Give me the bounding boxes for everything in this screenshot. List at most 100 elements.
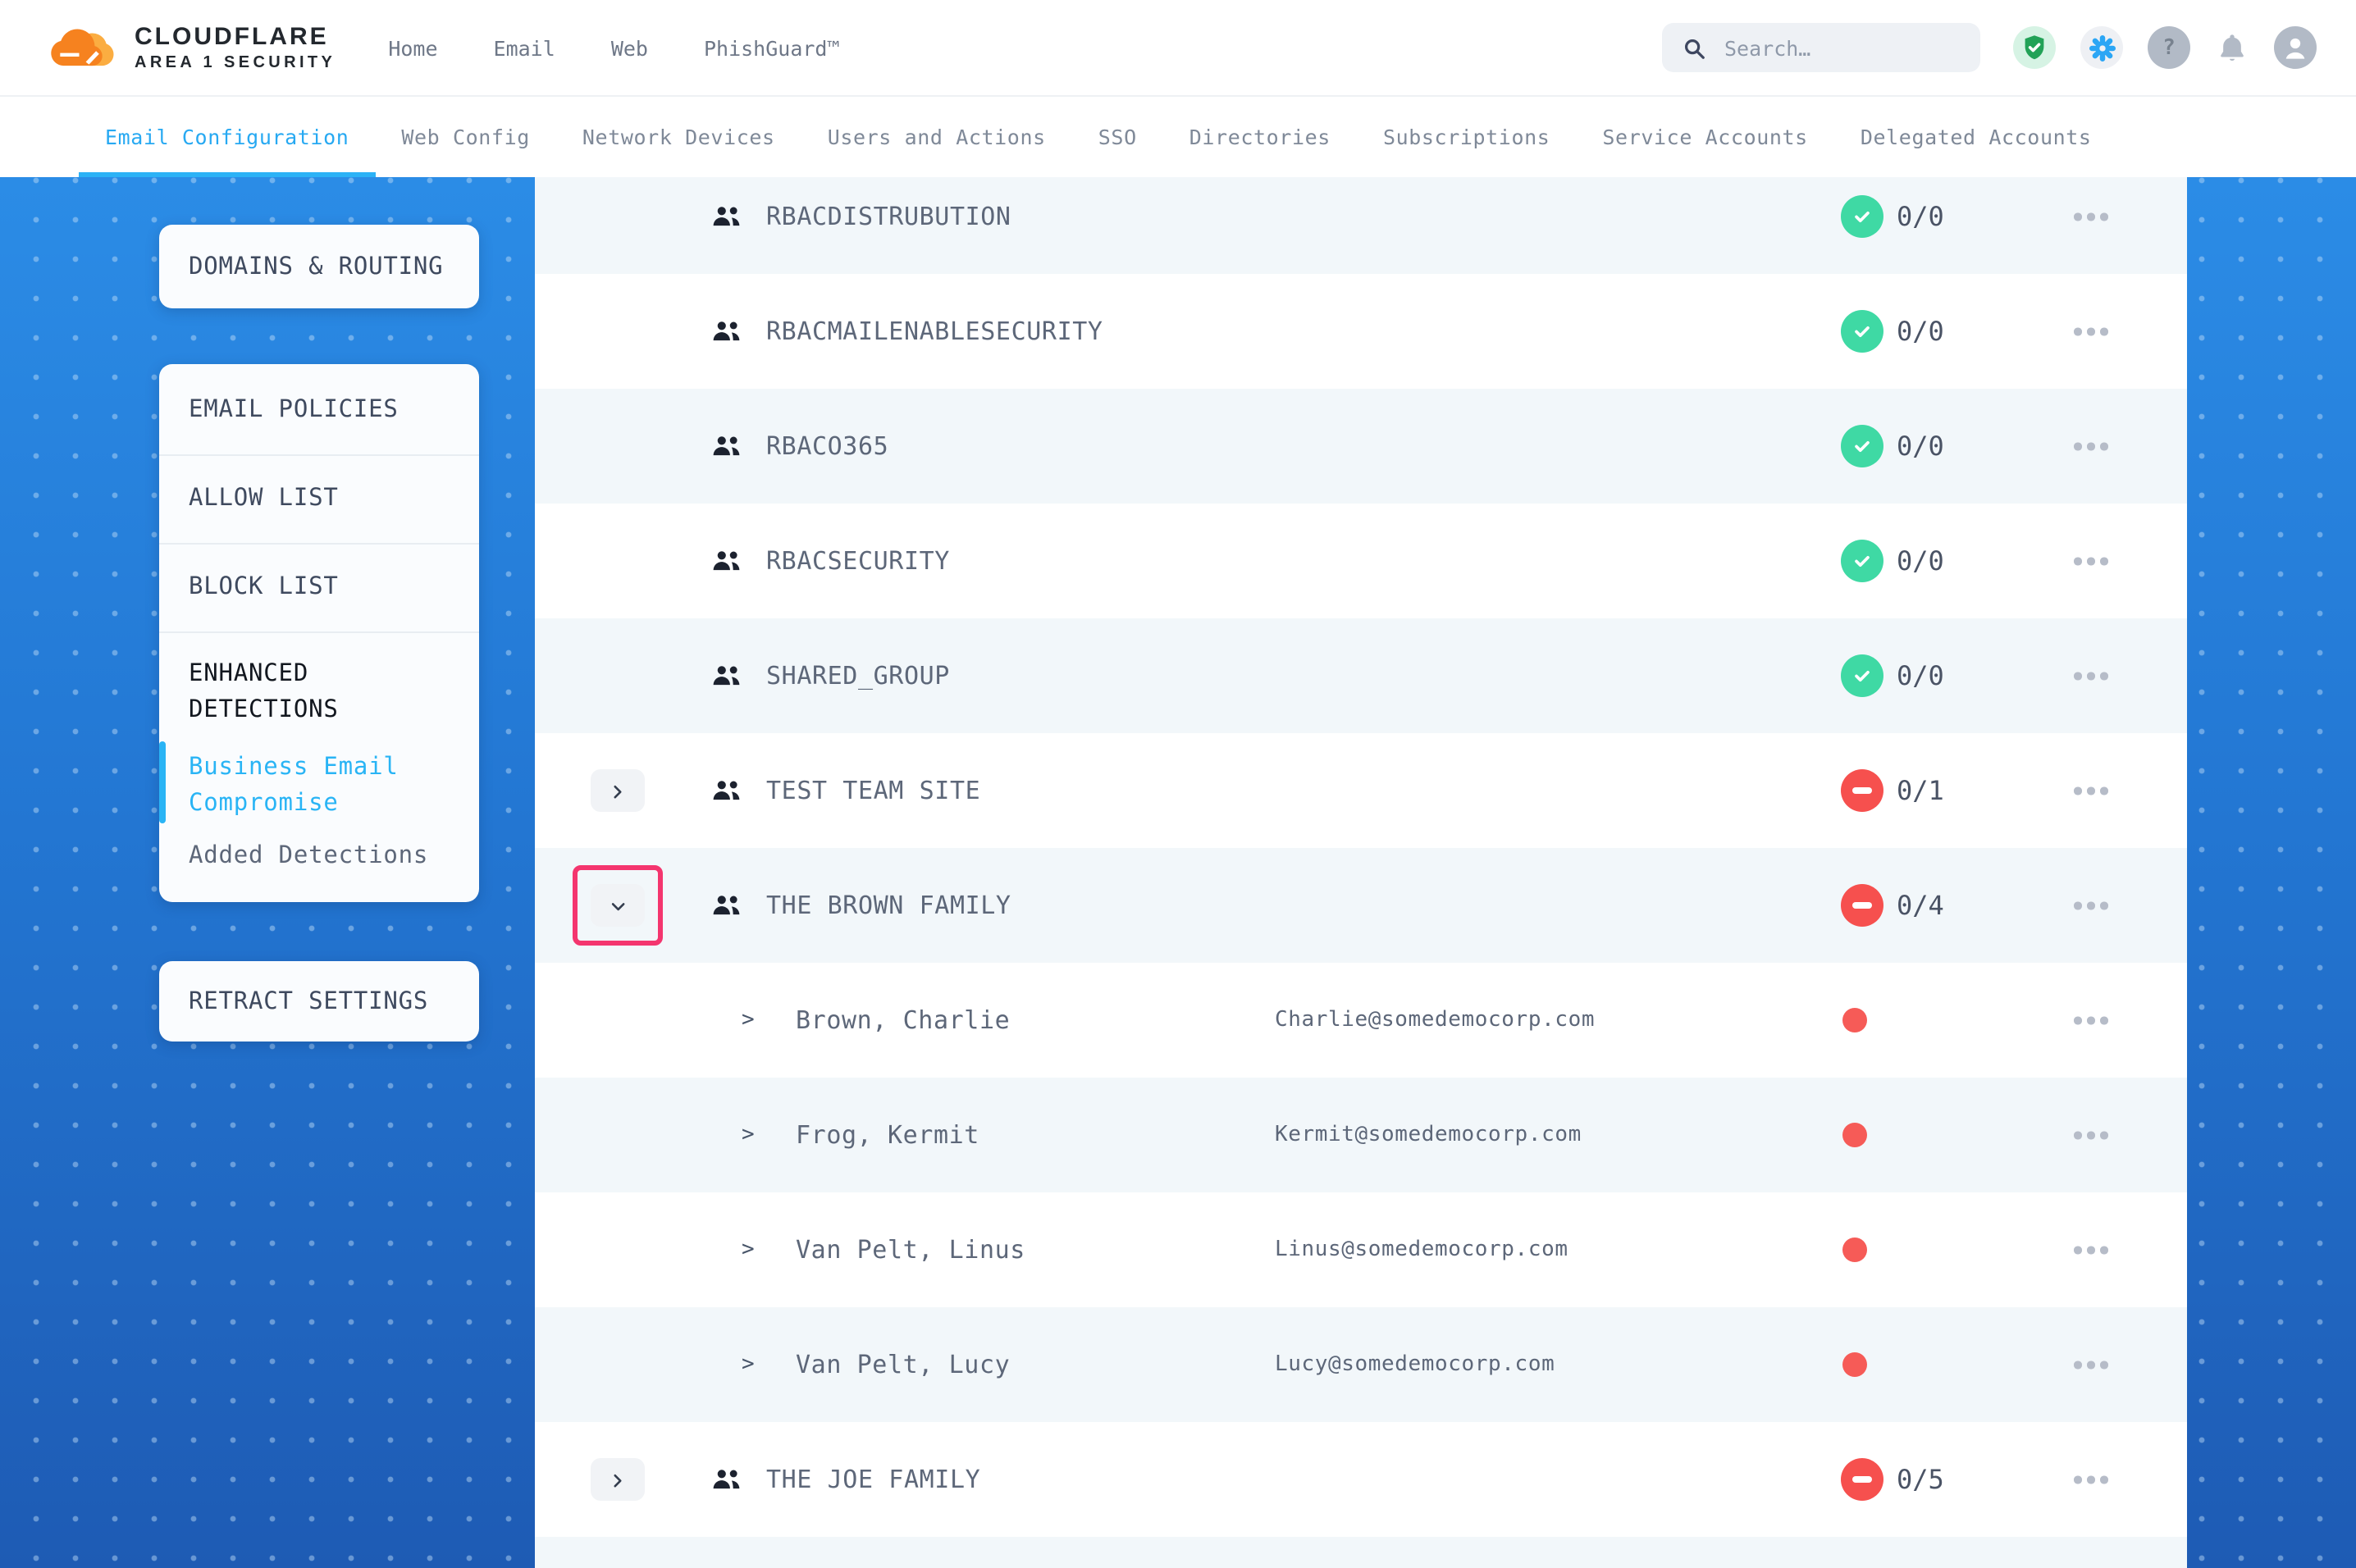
table-row-group: RBACMAILENABLESECURITY0/0: [535, 274, 2187, 389]
search-box[interactable]: [1662, 23, 1980, 72]
member-name: Van Pelt, Lucy: [796, 1350, 1010, 1379]
table-row-group: THE BROWN FAMILY0/4: [535, 848, 2187, 963]
search-input[interactable]: [1721, 34, 1961, 62]
status-dot-badge: [1842, 1008, 1867, 1032]
status-check-badge: [1841, 654, 1883, 697]
group-name: RBACMAILENABLESECURITY: [766, 317, 1103, 346]
sidebar-item-block-list[interactable]: BLOCK LIST: [189, 574, 339, 600]
sidebar-item-email-policies[interactable]: EMAIL POLICIES: [189, 397, 399, 423]
divider: [159, 631, 479, 633]
member-email: Charlie@somedemocorp.com: [1275, 1008, 1595, 1032]
sidebar-label: RETRACT SETTINGS: [189, 988, 428, 1014]
member-email: Kermit@somedemocorp.com: [1275, 1123, 1582, 1147]
status-minus-badge: [1841, 1458, 1883, 1501]
status-minus-badge: [1841, 769, 1883, 812]
group-people-icon: [712, 664, 742, 687]
member-count: 0/0: [1897, 431, 1944, 462]
status-dot-badge: [1842, 1238, 1867, 1262]
minus-icon: [1852, 787, 1872, 793]
top-nav-phishguard[interactable]: PhishGuard™: [704, 35, 840, 60]
group-people-icon: [712, 320, 742, 343]
member-chevron-icon[interactable]: >: [742, 1238, 755, 1262]
row-actions-menu-icon[interactable]: [2074, 1017, 2107, 1024]
top-header: CLOUDFLARE AREA 1 SECURITY Home Email Web P…: [0, 0, 2356, 97]
table-row-group: RBACO3650/0: [535, 389, 2187, 504]
tab-subscriptions[interactable]: Subscriptions: [1357, 97, 1576, 177]
brand-subtitle: AREA 1 SECURITY: [135, 53, 336, 71]
row-actions-menu-icon[interactable]: [2074, 787, 2107, 795]
row-actions-menu-icon[interactable]: [2074, 1361, 2107, 1369]
member-name: Brown, Charlie: [796, 1005, 1010, 1035]
row-actions-menu-icon[interactable]: [2074, 443, 2107, 450]
member-count: 0/4: [1897, 890, 1944, 921]
tab-sso[interactable]: SSO: [1072, 97, 1163, 177]
row-actions-menu-icon[interactable]: [2074, 1476, 2107, 1484]
account-avatar-icon[interactable]: [2274, 26, 2317, 69]
header-icons: ?: [2013, 26, 2317, 69]
status-check-badge: [1841, 425, 1883, 467]
table-row-member: > Brown, Charlie Charlie@somedemocorp.com: [535, 963, 2187, 1078]
group-people-icon: [712, 549, 742, 572]
member-count: 0/0: [1897, 545, 1944, 577]
minus-icon: [1852, 902, 1872, 908]
notifications-bell-icon[interactable]: [2215, 30, 2249, 65]
chevron-right-icon: [607, 780, 628, 801]
groups-table: RBACDISTRUBUTION0/0RBACMAILENABLESECURIT…: [535, 177, 2187, 1568]
status-check-badge: [1841, 195, 1883, 238]
row-actions-menu-icon[interactable]: [2074, 902, 2107, 909]
row-actions-menu-icon[interactable]: [2074, 558, 2107, 565]
row-actions-menu-icon[interactable]: [2074, 328, 2107, 335]
minus-icon: [1852, 1476, 1872, 1482]
tab-email-configuration[interactable]: Email Configuration: [79, 97, 375, 177]
tab-delegated-accounts[interactable]: Delegated Accounts: [1834, 97, 2118, 177]
member-chevron-icon[interactable]: >: [742, 1123, 755, 1147]
sidebar-item-enhanced-detections[interactable]: ENHANCED DETECTIONS: [189, 658, 451, 728]
table-row-partial: [535, 1537, 2187, 1568]
expand-group-button[interactable]: [591, 1458, 645, 1501]
member-count: 0/5: [1897, 1464, 1944, 1495]
table-row-group: THE JOE FAMILY0/5: [535, 1422, 2187, 1537]
sidebar-label: DOMAINS & ROUTING: [189, 253, 443, 280]
member-count: 0/0: [1897, 201, 1944, 232]
chevron-right-icon: [607, 1469, 628, 1490]
table-row-group: TEST TEAM SITE0/1: [535, 733, 2187, 848]
help-icon[interactable]: ?: [2148, 26, 2190, 69]
member-email: Linus@somedemocorp.com: [1275, 1238, 1568, 1262]
divider: [159, 454, 479, 456]
app-window: CLOUDFLARE AREA 1 SECURITY Home Email Web P…: [0, 0, 2356, 1568]
tab-directories[interactable]: Directories: [1163, 97, 1357, 177]
sidebar-item-retract-settings[interactable]: RETRACT SETTINGS: [159, 961, 479, 1042]
tab-users-and-actions[interactable]: Users and Actions: [801, 97, 1072, 177]
table-row-member: >Van Pelt, LinusLinus@somedemocorp.com: [535, 1192, 2187, 1307]
cloudflare-logo[interactable]: CLOUDFLARE AREA 1 SECURITY: [44, 24, 336, 71]
tab-web-config[interactable]: Web Config: [375, 97, 556, 177]
top-nav-web[interactable]: Web: [611, 35, 648, 60]
sidebar-item-domains-routing[interactable]: DOMAINS & ROUTING: [159, 225, 479, 308]
search-icon: [1682, 35, 1706, 60]
top-nav-home[interactable]: Home: [388, 35, 437, 60]
collapse-group-button[interactable]: [591, 884, 645, 927]
divider: [159, 543, 479, 545]
row-actions-menu-icon[interactable]: [2074, 1247, 2107, 1254]
member-chevron-icon[interactable]: >: [742, 1008, 755, 1032]
cloudflare-cloud-icon: [44, 25, 120, 71]
group-name: RBACSECURITY: [766, 546, 950, 576]
settings-gear-icon[interactable]: [2080, 26, 2123, 69]
shield-check-icon[interactable]: [2013, 26, 2056, 69]
top-nav-email[interactable]: Email: [494, 35, 555, 60]
row-actions-menu-icon[interactable]: [2074, 1132, 2107, 1139]
sidebar-item-added-detections[interactable]: Added Detections: [189, 843, 428, 869]
status-check-badge: [1841, 540, 1883, 582]
sidebar-item-allow-list[interactable]: ALLOW LIST: [189, 485, 339, 512]
tab-network-devices[interactable]: Network Devices: [556, 97, 801, 177]
tab-service-accounts[interactable]: Service Accounts: [1576, 97, 1833, 177]
group-people-icon: [712, 205, 742, 228]
chevron-down-icon: [607, 895, 628, 916]
expand-group-button[interactable]: [591, 769, 645, 812]
member-chevron-icon[interactable]: >: [742, 1352, 755, 1377]
group-name: SHARED_GROUP: [766, 661, 950, 691]
row-actions-menu-icon[interactable]: [2074, 213, 2107, 221]
row-actions-menu-icon[interactable]: [2074, 672, 2107, 680]
sidebar-item-business-email-compromise[interactable]: Business Email Compromise: [189, 751, 451, 822]
member-count: 0/1: [1897, 775, 1944, 806]
